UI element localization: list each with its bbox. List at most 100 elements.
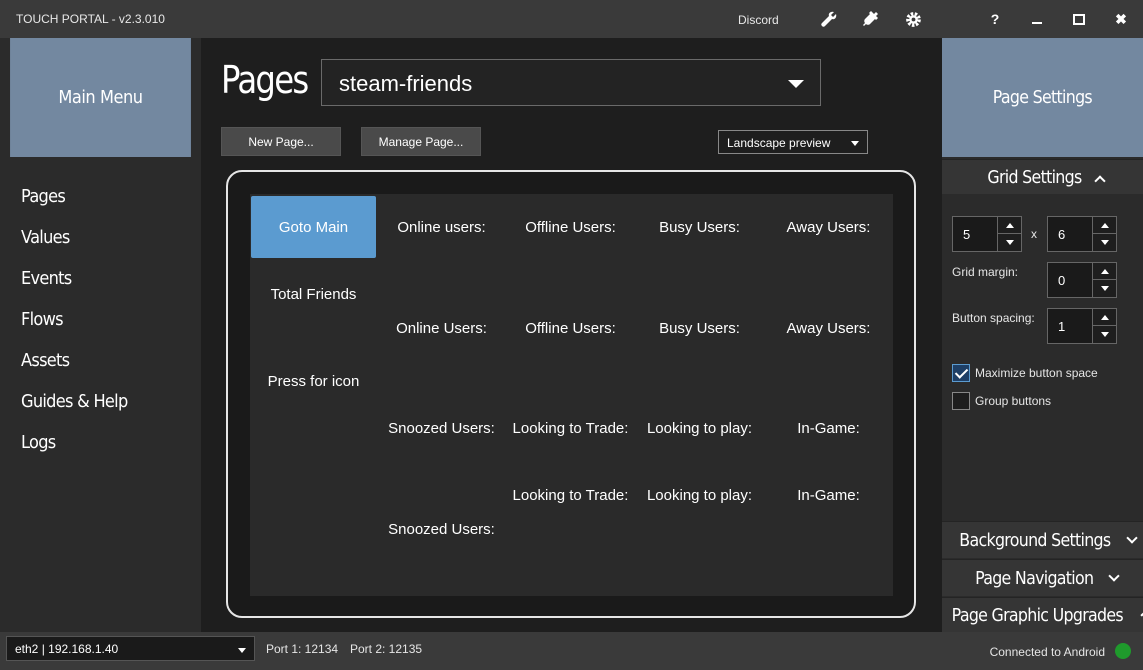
rows-stepper[interactable]: 6 bbox=[1047, 216, 1117, 252]
page-title: Pages bbox=[221, 58, 309, 102]
grid-button[interactable]: Looking to play: bbox=[637, 464, 762, 526]
grid-button[interactable]: Total Friends bbox=[251, 263, 376, 325]
chevron-up-icon bbox=[1100, 222, 1109, 228]
grid-button[interactable]: Snoozed Users: bbox=[379, 498, 504, 560]
grid-button[interactable]: Press for icon bbox=[251, 350, 376, 412]
page-navigation-section[interactable]: Page Navigation bbox=[942, 559, 1143, 596]
grid-button[interactable]: In-Game: bbox=[766, 464, 891, 526]
button-spacing-stepper[interactable]: 1 bbox=[1047, 308, 1117, 344]
manage-page-button[interactable]: Manage Page... bbox=[361, 127, 481, 156]
page-settings-title: Page Settings bbox=[992, 87, 1093, 108]
page-select-value: steam-friends bbox=[339, 71, 473, 96]
maximize-button-space-label: Maximize button space bbox=[975, 366, 1098, 380]
chevron-down-icon bbox=[1126, 532, 1139, 544]
decrement-button[interactable] bbox=[1092, 326, 1116, 343]
maximize-icon bbox=[1073, 13, 1085, 25]
grid-settings-title: Grid Settings bbox=[987, 167, 1082, 188]
main-menu-nav: Pages Values Events Flows Assets Guides … bbox=[21, 186, 139, 473]
nav-item-events[interactable]: Events bbox=[21, 268, 128, 309]
discord-link[interactable]: Discord bbox=[738, 13, 779, 27]
nav-item-values[interactable]: Values bbox=[21, 227, 128, 268]
times-symbol: x bbox=[1031, 227, 1037, 241]
chevron-down-icon bbox=[1100, 332, 1109, 337]
main-menu-panel: Main Menu Pages Values Events Flows Asse… bbox=[0, 38, 201, 632]
grid-button[interactable]: Online users: bbox=[379, 196, 504, 258]
grid-button[interactable]: Busy Users: bbox=[637, 297, 762, 359]
port2-text: Port 2: 12135 bbox=[350, 642, 423, 656]
nav-item-guides-help[interactable]: Guides & Help bbox=[21, 391, 128, 432]
network-interface-select[interactable]: eth2 | 192.168.1.40 bbox=[6, 636, 255, 661]
chevron-down-icon bbox=[851, 141, 859, 146]
main-menu-header[interactable]: Main Menu bbox=[10, 38, 191, 157]
page-select-dropdown[interactable]: steam-friends bbox=[321, 59, 821, 106]
title-bar: TOUCH PORTAL - v2.3.010 Discord ? ✖ bbox=[0, 0, 1143, 38]
status-bar: eth2 | 192.168.1.40 Port 1: 12134 Port 2… bbox=[0, 632, 1143, 670]
page-settings-header[interactable]: Page Settings bbox=[942, 38, 1143, 157]
grid-button[interactable]: Snoozed Users: bbox=[379, 397, 504, 459]
grid-margin-value: 0 bbox=[1058, 273, 1066, 288]
page-settings-panel: Page Settings Grid Settings 5 x 6 Grid m… bbox=[942, 38, 1143, 632]
chevron-up-icon bbox=[1100, 268, 1109, 274]
decrement-button[interactable] bbox=[1092, 234, 1116, 251]
chevron-down-icon bbox=[238, 648, 246, 653]
connection-status: Connected to Android bbox=[989, 645, 1105, 659]
page-graphic-upgrades-section[interactable]: Page Graphic Upgrades bbox=[942, 597, 1143, 632]
increment-button[interactable] bbox=[1092, 263, 1116, 280]
grid-button[interactable]: In-Game: bbox=[766, 397, 891, 459]
minimize-icon bbox=[1032, 22, 1042, 24]
decrement-button[interactable] bbox=[997, 234, 1021, 251]
preview-mode-value: Landscape preview bbox=[727, 136, 831, 150]
app-title: TOUCH PORTAL - v2.3.010 bbox=[16, 12, 165, 26]
grid-margin-stepper[interactable]: 0 bbox=[1047, 262, 1117, 298]
button-spacing-value: 1 bbox=[1058, 319, 1066, 334]
background-settings-section[interactable]: Background Settings bbox=[942, 521, 1143, 558]
network-interface-value: eth2 | 192.168.1.40 bbox=[15, 642, 119, 656]
chevron-down-icon bbox=[788, 80, 804, 88]
minimize-button[interactable] bbox=[1027, 9, 1047, 29]
grid-button[interactable]: Offline Users: bbox=[508, 196, 633, 258]
increment-button[interactable] bbox=[1092, 309, 1116, 326]
rows-value: 6 bbox=[1058, 227, 1066, 242]
nav-item-assets[interactable]: Assets bbox=[21, 350, 128, 391]
grid-button[interactable]: Online Users: bbox=[379, 297, 504, 359]
close-button[interactable]: ✖ bbox=[1111, 9, 1131, 29]
grid-button[interactable]: Away Users: bbox=[766, 297, 891, 359]
port1-text: Port 1: 12134 bbox=[266, 642, 339, 656]
grid-button[interactable]: Busy Users: bbox=[637, 196, 762, 258]
maximize-button[interactable] bbox=[1069, 9, 1089, 29]
chevron-up-icon bbox=[1094, 174, 1106, 187]
plug-icon[interactable] bbox=[861, 9, 881, 29]
grid-settings-section[interactable]: Grid Settings bbox=[942, 159, 1143, 195]
nav-item-logs[interactable]: Logs bbox=[21, 432, 128, 473]
help-button[interactable]: ? bbox=[985, 9, 1005, 29]
columns-stepper[interactable]: 5 bbox=[952, 216, 1022, 252]
page-graphic-upgrades-title: Page Graphic Upgrades bbox=[951, 604, 1124, 626]
decrement-button[interactable] bbox=[1092, 280, 1116, 297]
preview-mode-select[interactable]: Landscape preview bbox=[718, 130, 868, 154]
grid-margin-label: Grid margin: bbox=[952, 265, 1019, 279]
grid-button[interactable]: Offline Users: bbox=[508, 297, 633, 359]
grid-button[interactable]: Looking to Trade: bbox=[508, 397, 633, 459]
new-page-button[interactable]: New Page... bbox=[221, 127, 341, 156]
increment-button[interactable] bbox=[997, 217, 1021, 234]
grid-button-goto-main[interactable]: Goto Main bbox=[251, 196, 376, 258]
chevron-up-icon bbox=[1100, 314, 1109, 320]
pages-editor: Pages steam-friends New Page... Manage P… bbox=[201, 38, 942, 632]
group-buttons-checkbox[interactable] bbox=[952, 392, 970, 410]
chevron-up-icon bbox=[1005, 222, 1014, 228]
background-settings-title: Background Settings bbox=[958, 529, 1111, 551]
grid-button[interactable]: Looking to play: bbox=[637, 397, 762, 459]
maximize-button-space-checkbox[interactable] bbox=[952, 364, 970, 382]
increment-button[interactable] bbox=[1092, 217, 1116, 234]
chevron-down-icon bbox=[1100, 286, 1109, 291]
chevron-down-icon bbox=[1100, 240, 1109, 245]
gear-icon[interactable] bbox=[903, 9, 923, 29]
columns-value: 5 bbox=[963, 227, 971, 242]
grid-button[interactable]: Away Users: bbox=[766, 196, 891, 258]
device-preview: Goto Main Online users: Offline Users: B… bbox=[226, 170, 916, 618]
grid-button[interactable]: Looking to Trade: bbox=[508, 464, 633, 526]
nav-item-pages[interactable]: Pages bbox=[21, 186, 128, 227]
wrench-icon[interactable] bbox=[819, 9, 839, 29]
page-navigation-title: Page Navigation bbox=[975, 567, 1094, 589]
nav-item-flows[interactable]: Flows bbox=[21, 309, 128, 350]
